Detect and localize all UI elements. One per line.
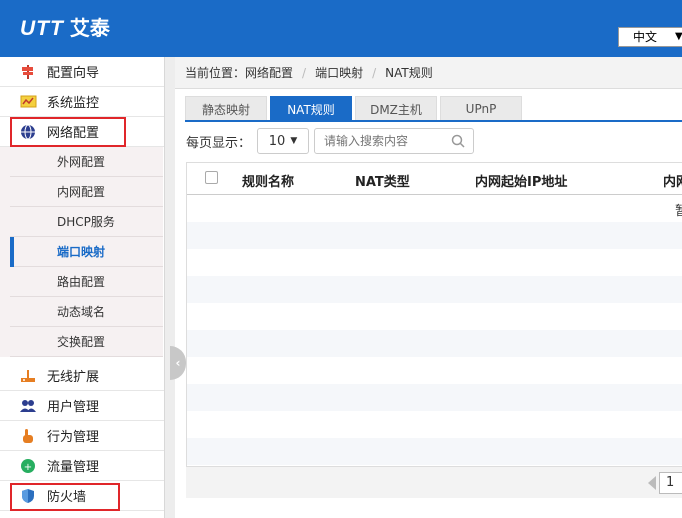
search-icon[interactable]: [451, 134, 465, 152]
breadcrumb-separator: /: [302, 65, 307, 80]
search-input[interactable]: [315, 129, 446, 153]
sidebar-item-monitor[interactable]: 系统监控: [0, 87, 164, 117]
pagination-bar: 1: [186, 466, 682, 498]
sidebar-item-traffic[interactable]: + 流量管理: [0, 451, 164, 481]
tab-nat-rules[interactable]: NAT规则: [270, 96, 352, 121]
active-indicator: [10, 237, 14, 267]
tab-upnp[interactable]: UPnP: [440, 96, 522, 121]
table-header: 规则名称 NAT类型 内网起始IP地址 内网: [187, 163, 682, 195]
page-size-select[interactable]: 10 ▼: [257, 128, 310, 154]
submenu-item-switch[interactable]: 交换配置: [10, 327, 163, 357]
users-icon: [19, 397, 37, 415]
monitor-chart-icon: [19, 93, 37, 111]
submenu-item-lan[interactable]: 内网配置: [10, 177, 163, 207]
table-row: [187, 384, 682, 411]
caret-down-icon: ▼: [290, 136, 298, 146]
submenu-item-wan[interactable]: 外网配置: [10, 147, 163, 177]
top-header: UTT 艾泰 中文 ▼: [0, 0, 682, 57]
table-row: [187, 195, 682, 222]
sidebar-item-label: 流量管理: [47, 460, 100, 475]
sidebar-item-wizard[interactable]: 配置向导: [0, 57, 164, 87]
router-icon: [19, 367, 37, 385]
column-header-lan-end[interactable]: 内网: [663, 171, 682, 190]
submenu-rail: [0, 147, 10, 357]
submenu-item-label: 交换配置: [57, 335, 106, 349]
sidebar-item-label: 行为管理: [47, 430, 100, 445]
sidebar-nav: 配置向导 系统监控 网络配置 外网配置 内网配置 DHCP服务 端口映射 路由配…: [0, 57, 165, 518]
table-row: [187, 222, 682, 249]
content-gutter: [165, 57, 175, 518]
tab-bar: 静态映射 NAT规则 DMZ主机 UPnP: [185, 96, 525, 121]
column-header-lan-start-ip[interactable]: 内网起始IP地址: [475, 171, 567, 190]
submenu-item-label: 动态域名: [57, 305, 106, 319]
svg-text:+: +: [24, 462, 32, 473]
submenu-item-dhcp[interactable]: DHCP服务: [10, 207, 163, 237]
sidebar-item-label: 用户管理: [47, 400, 100, 415]
empty-table-message: 暂: [675, 204, 682, 219]
sidebar-item-users[interactable]: 用户管理: [0, 391, 164, 421]
page-size-label: 每页显示：: [186, 135, 252, 151]
chevron-left-icon: ‹: [175, 356, 181, 370]
sidebar-item-label: 系统监控: [47, 96, 100, 111]
submenu-item-label: 内网配置: [57, 185, 106, 199]
logo-en-text: UTT: [20, 17, 64, 40]
breadcrumb: 当前位置： 网络配置 / 端口映射 / NAT规则: [175, 57, 682, 89]
submenu-item-label: DHCP服务: [57, 215, 115, 229]
signpost-icon: [19, 63, 37, 81]
table-row: [187, 357, 682, 384]
traffic-icon: +: [19, 457, 37, 475]
submenu-item-port-mapping[interactable]: 端口映射: [10, 237, 163, 267]
breadcrumb-prefix: 当前位置：: [185, 66, 246, 80]
hand-pointer-icon: [19, 427, 37, 445]
breadcrumb-level-1: 网络配置: [245, 66, 294, 80]
search-box: [314, 128, 475, 154]
column-header-rule-name[interactable]: 规则名称: [242, 171, 294, 190]
highlight-firewall: [10, 483, 120, 511]
language-value: 中文: [633, 30, 658, 44]
language-select[interactable]: 中文 ▼: [618, 27, 682, 47]
tab-static-mapping[interactable]: 静态映射: [185, 96, 267, 121]
page-number-input[interactable]: 1: [659, 472, 682, 494]
page-size-value: 10: [268, 133, 286, 149]
logo-cn-text: 艾泰: [69, 16, 110, 40]
table-row: [187, 438, 682, 465]
collapse-sidebar-button[interactable]: ‹: [170, 346, 186, 380]
breadcrumb-level-2: 端口映射: [315, 66, 364, 80]
submenu-item-ddns[interactable]: 动态域名: [10, 297, 163, 327]
table-row: [187, 411, 682, 438]
sidebar-item-wireless[interactable]: 无线扩展: [0, 361, 164, 391]
prev-page-icon[interactable]: [648, 476, 656, 490]
table-row: [187, 330, 682, 357]
submenu-item-label: 外网配置: [57, 155, 106, 169]
submenu-item-routing[interactable]: 路由配置: [10, 267, 163, 297]
sidebar-item-behavior[interactable]: 行为管理: [0, 421, 164, 451]
submenu-item-label: 路由配置: [57, 275, 106, 289]
brand-logo: UTT 艾泰: [20, 12, 110, 41]
submenu-item-label: 端口映射: [57, 245, 106, 259]
tab-dmz-host[interactable]: DMZ主机: [355, 96, 437, 121]
breadcrumb-separator: /: [372, 65, 377, 80]
tab-underline: [185, 120, 682, 122]
nat-rules-table: 规则名称 NAT类型 内网起始IP地址 内网 暂: [186, 162, 682, 498]
table-toolbar: 每页显示： 10 ▼: [186, 128, 475, 154]
chevron-down-icon: ▼: [675, 31, 682, 42]
highlight-network-config: [10, 117, 126, 147]
column-header-nat-type[interactable]: NAT类型: [355, 171, 410, 190]
table-row: [187, 303, 682, 330]
select-all-checkbox[interactable]: [205, 171, 218, 184]
sidebar-item-label: 无线扩展: [47, 370, 100, 385]
table-row: [187, 249, 682, 276]
breadcrumb-level-3: NAT规则: [385, 66, 433, 80]
table-row: [187, 276, 682, 303]
sidebar-item-label: 配置向导: [47, 66, 100, 81]
